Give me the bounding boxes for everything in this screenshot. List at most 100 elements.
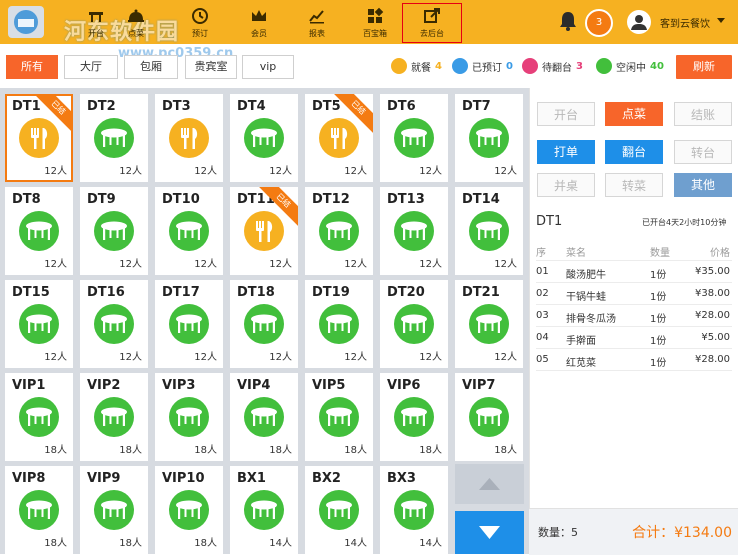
table-card-bx1[interactable]: BX1 14人 [230,466,298,554]
order-item-no: 01 [536,266,549,277]
table-capacity: 12人 [194,352,217,363]
table-name: VIP3 [162,378,196,393]
action-button-8[interactable]: 其他 [674,173,732,197]
table-card-vip1[interactable]: VIP1 18人 [5,373,73,461]
action-button-3[interactable]: 打单 [537,140,595,164]
order-elapsed: 已开台4天2小时10分钟 [642,218,727,227]
table-name: BX1 [237,471,266,486]
dining-table-icon [26,500,52,519]
dining-table-icon [401,128,427,147]
table-status [319,304,359,344]
nav-item-chart[interactable]: 报表 [287,4,347,40]
table-card-vip7[interactable]: VIP7 18人 [455,373,523,461]
filter-tab-4[interactable]: vip [242,55,294,79]
table-card-dt10[interactable]: DT10 12人 [155,187,223,275]
nav-label: 点菜 [128,29,144,38]
order-col-header: 数量 [650,248,670,259]
dining-table-icon [251,500,277,519]
order-item-row[interactable]: 03 排骨冬瓜汤 1份 ¥28.00 [536,304,732,327]
table-card-dt17[interactable]: DT17 12人 [155,280,223,368]
table-card-dt9[interactable]: DT9 12人 [80,187,148,275]
nav-item-grid[interactable]: 百宝箱 [345,4,405,40]
order-item-row[interactable]: 02 干锅牛蛙 1份 ¥38.00 [536,282,732,305]
order-item-row[interactable]: 05 红苋菜 1份 ¥28.00 [536,348,732,371]
action-button-5[interactable]: 转台 [674,140,732,164]
table-card-dt2[interactable]: DT2 12人 [80,94,148,182]
nav-item-clock[interactable]: 预订 [170,4,230,40]
legend-1: 已预订 0 [452,57,513,75]
bell-icon[interactable] [559,11,577,34]
filter-tab-0[interactable]: 所有 [6,55,58,79]
table-card-dt1[interactable]: DT1 12人 已结 [5,94,73,182]
table-name: DT21 [462,285,500,300]
legend-2: 待翻台 3 [522,57,583,75]
table-card-dt18[interactable]: DT18 12人 [230,280,298,368]
table-card-vip8[interactable]: VIP8 18人 [5,466,73,554]
order-item-row[interactable]: 01 酸汤肥牛 1份 ¥35.00 [536,260,732,283]
table-card-vip6[interactable]: VIP6 18人 [380,373,448,461]
table-card-dt5[interactable]: DT5 12人 已结 [305,94,373,182]
table-status [94,397,134,437]
table-name: VIP2 [87,378,121,393]
table-card-dt14[interactable]: DT14 12人 [455,187,523,275]
action-button-7[interactable]: 转菜 [605,173,663,197]
action-button-4[interactable]: 翻台 [605,140,663,164]
chevron-down-icon[interactable] [717,18,725,23]
notification-badge[interactable]: 3 [585,9,613,37]
action-button-2[interactable]: 结账 [674,102,732,126]
table-card-vip10[interactable]: VIP10 18人 [155,466,223,554]
table-card-dt8[interactable]: DT8 12人 [5,187,73,275]
table-card-dt12[interactable]: DT12 12人 [305,187,373,275]
table-card-dt11[interactable]: DT11 12人 已结 [230,187,298,275]
table-card-vip3[interactable]: VIP3 18人 [155,373,223,461]
table-card-dt16[interactable]: DT16 12人 [80,280,148,368]
scroll-up-button[interactable] [455,464,524,504]
refresh-button[interactable]: 刷新 [676,55,732,79]
scroll-down-button[interactable] [455,511,524,554]
table-status [244,118,284,158]
table-card-dt4[interactable]: DT4 12人 [230,94,298,182]
table-name: BX2 [312,471,341,486]
username[interactable]: 客到云餐饮 [660,15,710,30]
dining-table-icon [476,407,502,426]
table-card-dt13[interactable]: DT13 12人 [380,187,448,275]
filter-tab-3[interactable]: 贵宾室 [185,55,237,79]
action-button-1[interactable]: 点菜 [605,102,663,126]
table-card-vip4[interactable]: VIP4 18人 [230,373,298,461]
filter-tab-1[interactable]: 大厅 [64,55,118,79]
table-name: VIP4 [237,378,271,393]
top-bar: 河东软件园 开台 点菜 预订 会员 报表 百宝箱 去后台 3 客到云餐饮 [0,0,738,45]
table-card-vip5[interactable]: VIP5 18人 [305,373,373,461]
action-button-0[interactable]: 开台 [537,102,595,126]
table-capacity: 14人 [269,538,292,549]
table-card-dt20[interactable]: DT20 12人 [380,280,448,368]
table-card-dt6[interactable]: DT6 12人 [380,94,448,182]
table-card-vip2[interactable]: VIP2 18人 [80,373,148,461]
table-status [319,490,359,530]
table-card-vip9[interactable]: VIP9 18人 [80,466,148,554]
nav-item-bell-cover[interactable]: 点菜 [106,4,166,40]
table-card-dt7[interactable]: DT7 12人 [455,94,523,182]
nav-item-external-link[interactable]: 去后台 [402,3,462,43]
fork-knife-icon [256,221,273,242]
order-item-price: ¥38.00 [695,288,730,299]
nav-item-crown[interactable]: 会员 [229,4,289,40]
order-item-qty: 1份 [650,336,667,347]
table-status [169,397,209,437]
table-card-dt15[interactable]: DT15 12人 [5,280,73,368]
table-capacity: 12人 [269,166,292,177]
table-status [169,211,209,251]
order-total: 合计：¥134.00 [632,525,732,541]
avatar[interactable] [627,10,651,34]
table-card-dt21[interactable]: DT21 12人 [455,280,523,368]
table-card-bx3[interactable]: BX3 14人 [380,466,448,554]
table-card-dt3[interactable]: DT3 12人 [155,94,223,182]
table-card-dt19[interactable]: DT19 12人 [305,280,373,368]
table-card-bx2[interactable]: BX2 14人 [305,466,373,554]
filter-tab-2[interactable]: 包厢 [124,55,178,79]
dining-table-icon [476,221,502,240]
table-capacity: 18人 [419,445,442,456]
table-capacity: 12人 [269,259,292,270]
order-item-row[interactable]: 04 手擀面 1份 ¥5.00 [536,326,732,349]
action-button-6[interactable]: 并桌 [537,173,595,197]
